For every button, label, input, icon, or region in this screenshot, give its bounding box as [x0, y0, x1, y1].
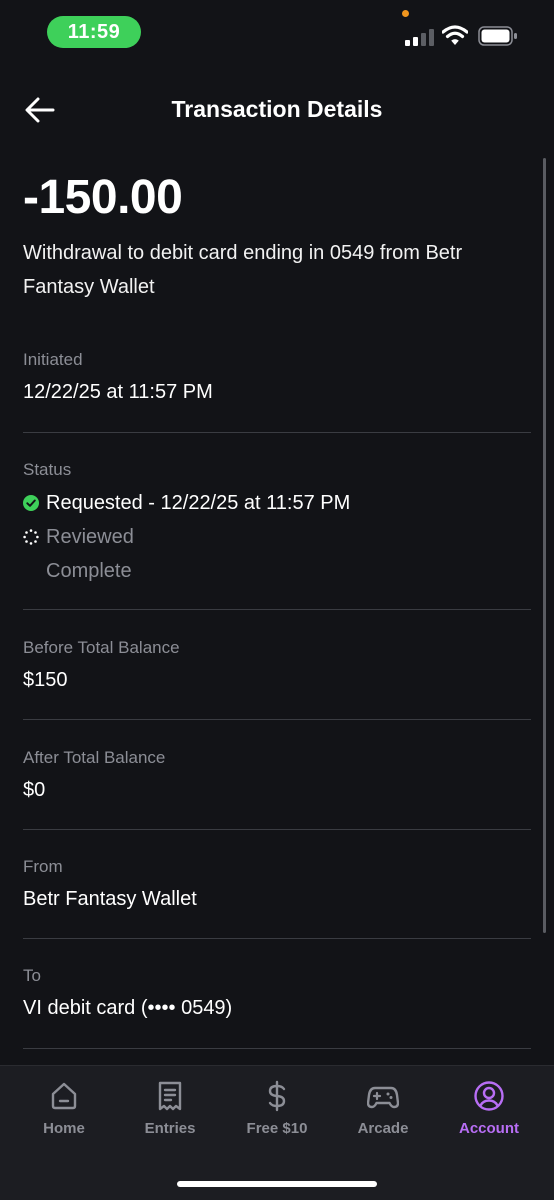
- status-step-reviewed-label: Reviewed: [46, 525, 134, 548]
- tab-account[interactable]: Account: [439, 1080, 539, 1150]
- gamepad-icon: [367, 1086, 399, 1109]
- tab-arcade[interactable]: Arcade: [333, 1080, 433, 1150]
- privacy-indicator-dot: [402, 10, 409, 17]
- initiated-label: Initiated: [23, 350, 83, 369]
- before-balance-section: Before Total Balance $150: [23, 638, 531, 692]
- status-step-reviewed: Reviewed: [23, 520, 531, 554]
- status-step-complete-label: Complete: [46, 559, 132, 582]
- to-value: VI debit card (•••• 0549): [23, 997, 233, 1019]
- header: Transaction Details: [0, 80, 554, 140]
- status-bar: 11:59: [0, 0, 554, 64]
- to-label: To: [23, 966, 41, 985]
- tab-entries-label: Entries: [144, 1120, 196, 1137]
- tab-entries[interactable]: Entries: [120, 1080, 220, 1150]
- bottom-tab-bar: Home Entries Free $10 Arcade Account: [0, 1065, 554, 1200]
- before-balance-value: $150: [23, 669, 68, 691]
- tab-home[interactable]: Home: [14, 1080, 114, 1150]
- from-section: From Betr Fantasy Wallet: [23, 857, 531, 911]
- tab-free-10-label: Free $10: [246, 1120, 308, 1137]
- divider: [23, 938, 531, 939]
- before-balance-label: Before Total Balance: [23, 638, 180, 657]
- initiated-section: Initiated 12/22/25 at 11:57 PM: [23, 350, 531, 404]
- divider: [23, 829, 531, 830]
- status-time[interactable]: 11:59: [47, 16, 141, 48]
- divider: [23, 1048, 531, 1049]
- after-balance-value: $0: [23, 779, 46, 801]
- to-section: To VI debit card (•••• 0549): [23, 966, 531, 1020]
- status-step-requested: Requested - 12/22/25 at 11:57 PM: [23, 486, 531, 520]
- account-icon: [474, 1081, 504, 1111]
- receipt-icon: [158, 1081, 182, 1111]
- divider: [23, 432, 531, 433]
- status-steps: Requested - 12/22/25 at 11:57 PM Reviewe…: [23, 486, 531, 588]
- divider: [23, 719, 531, 720]
- home-indicator[interactable]: [177, 1181, 377, 1187]
- from-value: Betr Fantasy Wallet: [23, 888, 197, 910]
- transaction-amount: -150.00: [23, 171, 183, 224]
- transaction-description: Withdrawal to debit card ending in 0549 …: [23, 242, 463, 298]
- check-circle-icon: [23, 495, 39, 511]
- battery-icon: [478, 26, 517, 46]
- transaction-details-screen: 11:59 Transaction Details -150.00 Withdr…: [0, 0, 554, 1200]
- after-balance-section: After Total Balance $0: [23, 748, 531, 802]
- wifi-icon: [442, 25, 468, 45]
- page-title: Transaction Details: [171, 96, 383, 122]
- dollar-icon: [268, 1080, 286, 1112]
- divider: [23, 609, 531, 610]
- tab-account-label: Account: [459, 1120, 519, 1137]
- cellular-signal-icon: [405, 28, 435, 46]
- status-step-complete: Complete: [23, 554, 531, 588]
- home-icon: [51, 1082, 77, 1110]
- tab-home-label: Home: [43, 1120, 85, 1137]
- loading-spinner-icon: [23, 529, 39, 545]
- status-section: Status Requested - 12/22/25 at 11:57 PM: [23, 460, 531, 588]
- status-step-requested-label: Requested - 12/22/25 at 11:57 PM: [46, 491, 351, 514]
- after-balance-label: After Total Balance: [23, 748, 166, 767]
- from-label: From: [23, 857, 63, 876]
- scrollbar[interactable]: [543, 158, 546, 933]
- initiated-value: 12/22/25 at 11:57 PM: [23, 381, 213, 403]
- transaction-content[interactable]: -150.00 Withdrawal to debit card ending …: [0, 140, 554, 1065]
- tab-arcade-label: Arcade: [357, 1120, 409, 1137]
- status-label: Status: [23, 460, 72, 479]
- tab-free-10[interactable]: Free $10: [227, 1080, 327, 1150]
